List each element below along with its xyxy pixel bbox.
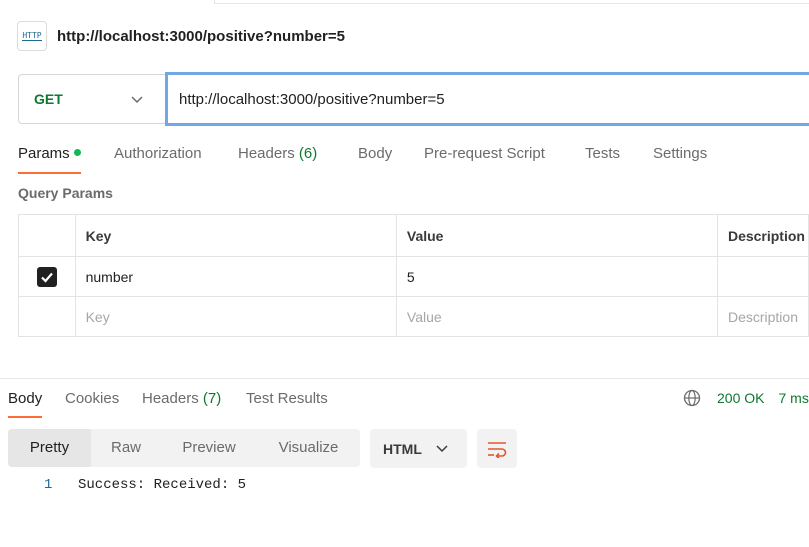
params-active-dot — [73, 148, 81, 156]
header-checkbox-cell — [18, 214, 76, 257]
globe-icon[interactable] — [683, 389, 701, 407]
wrap-lines-icon — [488, 441, 507, 458]
row-checkbox-cell — [18, 256, 76, 297]
response-divider[interactable] — [0, 378, 809, 379]
query-params-label: Query Params — [18, 185, 113, 201]
language-label: HTML — [383, 440, 422, 457]
new-value-input[interactable]: Value — [395, 296, 718, 337]
row-checkbox[interactable] — [37, 266, 57, 287]
query-params-table: Key Value Description number 5 Key Value… — [18, 214, 809, 337]
new-key-input[interactable]: Key — [74, 296, 397, 337]
tab-params[interactable]: Params — [18, 140, 81, 174]
response-headers-count: (7) — [202, 390, 222, 407]
language-select[interactable]: HTML — [370, 429, 467, 468]
response-tab-cookies[interactable]: Cookies — [65, 388, 119, 418]
tab-settings[interactable]: Settings — [653, 140, 707, 174]
chevron-down-icon — [131, 96, 143, 104]
status-code[interactable]: 200 OK — [717, 390, 764, 406]
column-header-key: Key — [74, 214, 397, 257]
tab-body[interactable]: Body — [358, 140, 392, 174]
tab-tests[interactable]: Tests — [585, 140, 620, 174]
param-value-cell[interactable]: 5 — [395, 256, 718, 297]
line-text[interactable]: Success: Received: 5 — [78, 477, 246, 493]
method-label: GET — [34, 91, 63, 107]
tab-prerequest-script[interactable]: Pre-request Script — [424, 140, 545, 174]
param-description-cell[interactable] — [716, 256, 809, 297]
response-tab-test-results[interactable]: Test Results — [246, 388, 328, 418]
check-icon — [41, 272, 53, 283]
table-row: number 5 — [18, 256, 809, 297]
wrap-lines-button[interactable] — [477, 429, 517, 468]
headers-count: (6) — [298, 145, 318, 162]
response-tab-body[interactable]: Body — [8, 388, 43, 418]
tab-authorization[interactable]: Authorization — [114, 140, 202, 174]
request-title[interactable]: http://localhost:3000/positive?number=5 — [57, 28, 345, 45]
table-header-row: Key Value Description — [18, 214, 809, 257]
view-mode-toggle: Pretty Raw Preview Visualize — [8, 429, 360, 467]
param-key-cell[interactable]: number — [74, 256, 397, 297]
view-visualize[interactable]: Visualize — [268, 429, 349, 467]
view-raw[interactable]: Raw — [91, 429, 161, 467]
response-tab-headers[interactable]: Headers (7) — [142, 388, 221, 418]
tab-headers[interactable]: Headers (6) — [238, 140, 317, 174]
url-value: http://localhost:3000/positive?number=5 — [179, 90, 445, 108]
chevron-down-icon — [436, 445, 448, 453]
request-title-bar: HTTP http://localhost:3000/positive?numb… — [17, 20, 345, 52]
view-pretty[interactable]: Pretty — [8, 429, 91, 467]
new-row-checkbox-cell — [18, 296, 76, 337]
http-icon: HTTP — [17, 21, 47, 51]
response-status: 200 OK 7 ms — [683, 389, 809, 407]
new-description-input[interactable]: Description — [716, 296, 809, 337]
response-time[interactable]: 7 ms — [778, 390, 808, 406]
view-preview[interactable]: Preview — [169, 429, 249, 467]
column-header-description: Description — [716, 214, 809, 257]
table-row-new: Key Value Description — [18, 296, 809, 337]
line-number: 1 — [44, 477, 53, 493]
window-top-edge — [214, 0, 809, 4]
url-input[interactable]: http://localhost:3000/positive?number=5 — [165, 72, 809, 126]
method-select[interactable]: GET — [18, 74, 166, 124]
column-header-value: Value — [395, 214, 718, 257]
